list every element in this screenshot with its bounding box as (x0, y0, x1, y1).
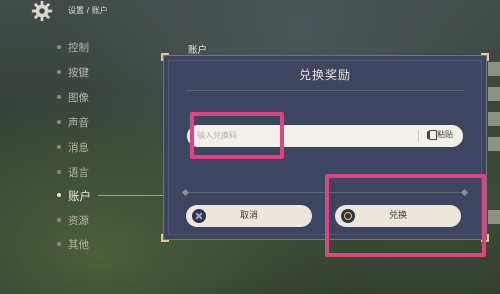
menu-item-controls[interactable]: 控制 (57, 40, 89, 55)
menu-item-other[interactable]: 其他 (57, 237, 89, 252)
menu-item-keybinds[interactable]: 按键 (57, 65, 89, 80)
menu-item-account[interactable]: 账户 (57, 188, 198, 204)
menu-item-audio[interactable]: 声音 (57, 115, 89, 130)
cancel-label: 取消 (239, 211, 258, 221)
highlight-input (190, 112, 284, 159)
side-tile (488, 210, 500, 224)
side-tile (488, 137, 500, 151)
cancel-button[interactable]: 取消 (186, 205, 312, 227)
side-tile (488, 87, 500, 101)
breadcrumb: 设置 / 账户 (68, 6, 108, 15)
x-circle-icon (192, 209, 206, 223)
menu-item-resources[interactable]: 资源 (57, 213, 89, 228)
clipboard-icon (427, 130, 437, 140)
side-tile (488, 112, 500, 126)
menu-item-language[interactable]: 语言 (57, 165, 89, 180)
paste-label: 粘贴 (437, 130, 453, 139)
menu-item-messages[interactable]: 消息 (57, 140, 89, 155)
section-header: 账户 (188, 45, 208, 56)
dialog-title: 兑换奖励 (298, 68, 351, 82)
side-tile (488, 62, 500, 76)
gear-icon (31, 0, 53, 22)
paste-button[interactable]: 粘贴 (427, 129, 453, 140)
highlight-redeem-button (325, 174, 486, 257)
menu-item-graphics[interactable]: 图像 (57, 90, 89, 105)
divider (186, 90, 464, 91)
